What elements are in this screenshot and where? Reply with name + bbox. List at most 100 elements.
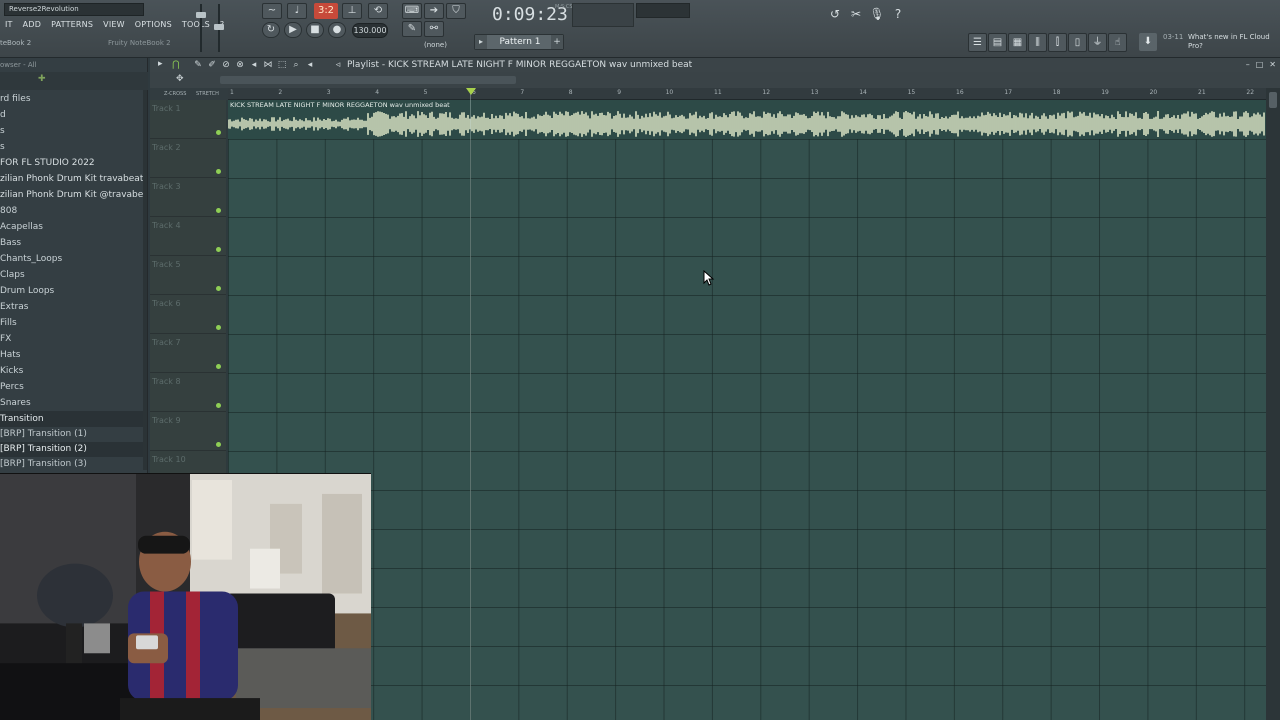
browser-folder-item[interactable]: Claps xyxy=(0,267,146,283)
audio-clip[interactable]: KICK STREAM LATE NIGHT F MINOR REGGAETON… xyxy=(228,100,1266,139)
slice-icon[interactable]: ⋈ xyxy=(262,58,274,72)
bar-number[interactable]: 8 xyxy=(569,89,573,96)
bar-number[interactable]: 3 xyxy=(327,89,331,96)
bar-number[interactable]: 13 xyxy=(811,89,819,96)
browser-folder-item[interactable]: Bass xyxy=(0,235,146,251)
track-active-led-icon[interactable] xyxy=(216,247,221,252)
browser-folder-item[interactable]: rd files xyxy=(0,91,146,107)
title-arrows-icon[interactable]: ◃ xyxy=(332,58,344,72)
browser-folder-item[interactable]: s xyxy=(0,139,146,155)
bar-number[interactable]: 2 xyxy=(278,89,282,96)
stretch-label[interactable]: STRETCH xyxy=(196,88,219,100)
undo-history-icon[interactable]: ↺ xyxy=(826,5,844,23)
news-text[interactable]: What's new in FL Cloud Pro? xyxy=(1188,33,1278,51)
bar-number[interactable]: 4 xyxy=(375,89,379,96)
draw-pencil-icon[interactable]: ✎ xyxy=(192,58,204,72)
bar-number[interactable]: 11 xyxy=(714,89,722,96)
cut-icon[interactable]: ✂ xyxy=(847,5,865,23)
close-icon[interactable]: ✕ xyxy=(1269,58,1276,72)
zoom-slider-icon[interactable]: ✥ xyxy=(176,74,184,84)
track-active-led-icon[interactable] xyxy=(216,403,221,408)
menu-view[interactable]: VIEW xyxy=(98,18,130,32)
bar-number[interactable]: 18 xyxy=(1053,89,1061,96)
record-button[interactable]: ● xyxy=(328,22,346,38)
menu-patterns[interactable]: PATTERNS xyxy=(46,18,98,32)
channel-rack-button[interactable]: ▤ xyxy=(988,33,1007,52)
vertical-scrollbar-thumb[interactable] xyxy=(1269,92,1277,108)
bar-number[interactable]: 21 xyxy=(1198,89,1206,96)
browser-folder-item[interactable]: Acapellas xyxy=(0,219,146,235)
zcross-label[interactable]: Z-CROSS xyxy=(164,88,186,100)
bar-number[interactable]: 14 xyxy=(859,89,867,96)
select-icon[interactable]: ⬚ xyxy=(276,58,288,72)
track-name[interactable]: Track 6 xyxy=(152,299,181,308)
bar-number[interactable]: 12 xyxy=(762,89,770,96)
pattern-prev-icon[interactable]: ▸ xyxy=(475,35,487,49)
mixer-button[interactable]: ⫼ xyxy=(1028,33,1047,52)
menu-edit[interactable]: IT xyxy=(0,18,18,32)
help-icon[interactable]: ? xyxy=(889,5,907,23)
delete-icon[interactable]: ⊘ xyxy=(220,58,232,72)
browser-folder-item[interactable]: zilian Phonk Drum Kit travabeats (1) xyxy=(0,171,146,187)
bar-number[interactable]: 5 xyxy=(424,89,428,96)
mixer-faders-button[interactable]: ⫿ xyxy=(1048,33,1067,52)
piano-roll-button[interactable]: ▦ xyxy=(1008,33,1027,52)
vertical-scrollbar[interactable] xyxy=(1266,88,1280,720)
browser-folder-item[interactable]: zilian Phonk Drum Kit @travabeats xyxy=(0,187,146,203)
track-name[interactable]: Track 9 xyxy=(152,416,181,425)
bar-number[interactable]: 17 xyxy=(1004,89,1012,96)
track-header[interactable]: Track 9 xyxy=(150,412,226,451)
master-volume-slider[interactable] xyxy=(196,4,206,52)
track-name[interactable]: Track 1 xyxy=(152,104,181,113)
pattern-add-icon[interactable]: + xyxy=(551,35,563,49)
bar-number[interactable]: 9 xyxy=(617,89,621,96)
record-countdown[interactable]: 3:2 xyxy=(314,3,338,19)
playlist-window-button[interactable]: ☰ xyxy=(968,33,987,52)
wait-for-input-button[interactable]: ⊥ xyxy=(342,3,362,19)
browser-folder-item[interactable]: Hats xyxy=(0,347,146,363)
draw-tool-button[interactable]: ✎ xyxy=(402,21,422,37)
timeline-ruler[interactable]: 1 2 3 4 5 6 7 8 9 10 11 12 13 14 15 16 17 18 19 20 21 22 xyxy=(228,88,1266,100)
browser-folder-item[interactable]: Transition xyxy=(0,411,146,427)
bar-number[interactable]: 15 xyxy=(908,89,916,96)
bar-number[interactable]: 7 xyxy=(520,89,524,96)
playlist-menu-arrow-icon[interactable]: ▸ xyxy=(158,59,163,69)
browser-folder-item[interactable]: FOR FL STUDIO 2022 xyxy=(0,155,146,171)
pattern-name[interactable]: Pattern 1 xyxy=(489,35,551,49)
browser-scrollbar[interactable] xyxy=(143,90,147,470)
browser-folder-item[interactable]: Drum Loops xyxy=(0,283,146,299)
bar-number[interactable]: 19 xyxy=(1101,89,1109,96)
browser-folder-item[interactable]: FX xyxy=(0,331,146,347)
tempo-field[interactable]: 130.000 xyxy=(352,23,388,38)
arrangement-grid[interactable] xyxy=(228,100,1266,720)
browser-folder-item[interactable]: s xyxy=(0,123,146,139)
browser-folder-item[interactable]: Percs xyxy=(0,379,146,395)
paint-icon[interactable]: ✐ xyxy=(206,58,218,72)
track-active-led-icon[interactable] xyxy=(216,169,221,174)
zoom-icon[interactable]: ⌕ xyxy=(290,58,302,72)
blend-notes-button[interactable]: ⛉ xyxy=(446,3,466,19)
typing-keyboard-button[interactable]: ⌨ xyxy=(402,3,422,19)
news-panel[interactable]: ⬇ 03-11 What's new in FL Cloud Pro? xyxy=(1138,30,1280,56)
magnet-snap-icon[interactable]: ⋂ xyxy=(170,58,182,72)
bar-number[interactable]: 20 xyxy=(1150,89,1158,96)
playhead-line[interactable] xyxy=(470,88,471,720)
master-pitch-slider[interactable] xyxy=(214,4,224,52)
browser-folder-item[interactable]: Snares xyxy=(0,395,146,411)
browser-folder-item[interactable]: Extras xyxy=(0,299,146,315)
bar-number[interactable]: 10 xyxy=(666,89,674,96)
microphone-icon[interactable]: 🎙 xyxy=(868,5,886,23)
track-header[interactable]: Track 5 xyxy=(150,256,226,295)
track-header[interactable]: Track 7 xyxy=(150,334,226,373)
track-name[interactable]: Track 8 xyxy=(152,377,181,386)
track-name[interactable]: Track 5 xyxy=(152,260,181,269)
horizontal-scrollbar[interactable] xyxy=(220,76,516,84)
track-header[interactable]: Track 2 xyxy=(150,139,226,178)
menu-options[interactable]: OPTIONS xyxy=(130,18,177,32)
browser-folder-item[interactable]: 808 xyxy=(0,203,146,219)
track-name[interactable]: Track 7 xyxy=(152,338,181,347)
browser-file-item[interactable]: [BRP] Transition (3) xyxy=(0,457,146,472)
browser-folder-item[interactable]: d xyxy=(0,107,146,123)
browser-folder-item[interactable]: Fills xyxy=(0,315,146,331)
track-active-led-icon[interactable] xyxy=(216,364,221,369)
